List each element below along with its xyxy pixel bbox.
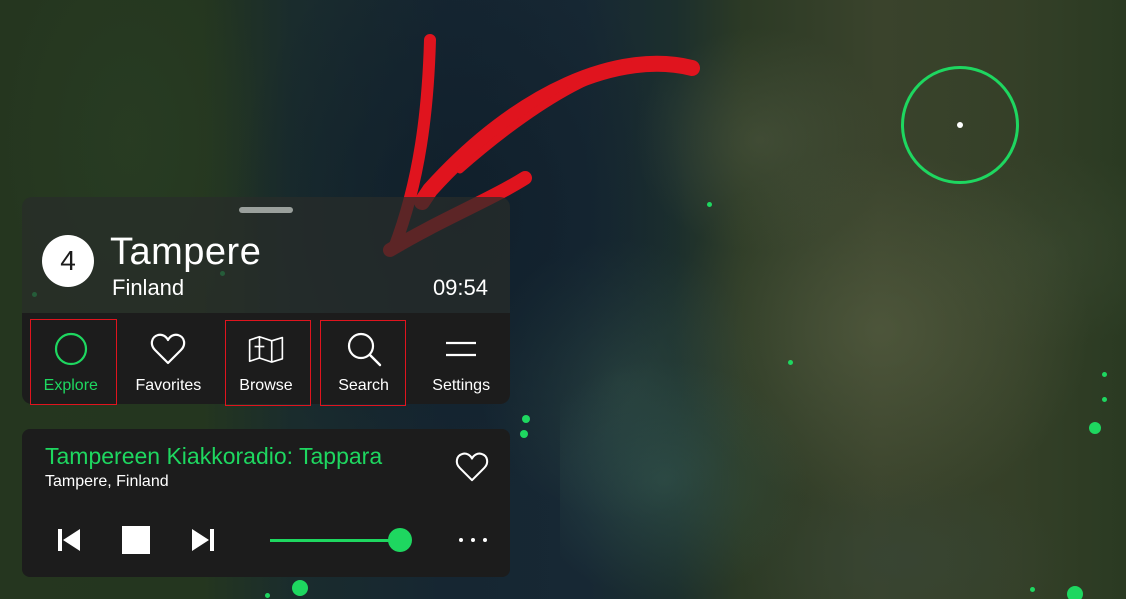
station-dot[interactable] bbox=[1030, 587, 1035, 592]
station-panel: 4 Tampere Finland 09:54 Explore Favorite… bbox=[22, 197, 510, 404]
tab-explore-label: Explore bbox=[43, 377, 98, 394]
menu-icon bbox=[443, 331, 479, 367]
heart-icon bbox=[150, 331, 186, 367]
heart-icon bbox=[455, 452, 489, 482]
track-location: Tampere, Finland bbox=[45, 473, 169, 490]
tab-favorites[interactable]: Favorites bbox=[120, 313, 218, 404]
track-title[interactable]: Tampereen Kiakkoradio: Tappara bbox=[45, 443, 382, 470]
more-dot bbox=[459, 538, 463, 542]
station-dot[interactable] bbox=[265, 593, 270, 598]
station-dot[interactable] bbox=[522, 415, 530, 423]
tab-browse[interactable]: Browse bbox=[217, 313, 315, 404]
station-count: 4 bbox=[60, 245, 76, 276]
search-icon bbox=[346, 331, 382, 367]
stop-button[interactable] bbox=[122, 526, 150, 554]
next-button[interactable] bbox=[190, 527, 216, 553]
tab-settings-label: Settings bbox=[432, 377, 491, 394]
tab-browse-label: Browse bbox=[239, 377, 293, 394]
station-dot[interactable] bbox=[707, 202, 712, 207]
map-coast-region bbox=[560, 350, 820, 599]
station-dot[interactable] bbox=[1067, 586, 1083, 599]
explore-circle-icon bbox=[53, 331, 89, 367]
more-dot bbox=[483, 538, 487, 542]
drag-handle[interactable] bbox=[239, 207, 293, 213]
favorite-button[interactable] bbox=[455, 451, 489, 485]
volume-slider-knob[interactable] bbox=[388, 528, 412, 552]
volume-slider-track[interactable] bbox=[270, 539, 402, 542]
tab-settings[interactable]: Settings bbox=[412, 313, 510, 404]
selected-location-marker[interactable] bbox=[957, 122, 963, 128]
station-dot[interactable] bbox=[292, 580, 308, 596]
place-country: Finland bbox=[112, 275, 185, 300]
tab-search-label: Search bbox=[338, 377, 389, 394]
station-dot[interactable] bbox=[1102, 397, 1107, 402]
station-dot[interactable] bbox=[520, 430, 528, 438]
tab-search[interactable]: Search bbox=[315, 313, 413, 404]
station-dot[interactable] bbox=[1102, 372, 1107, 377]
skip-next-icon bbox=[192, 529, 214, 551]
more-dot bbox=[471, 538, 475, 542]
tab-bar: Explore Favorites Browse Search Settings bbox=[22, 313, 510, 404]
player-panel: Tampereen Kiakkoradio: Tappara Tampere, … bbox=[22, 429, 510, 577]
previous-button[interactable] bbox=[56, 527, 82, 553]
station-dot[interactable] bbox=[788, 360, 793, 365]
skip-previous-icon bbox=[58, 529, 80, 551]
map-icon bbox=[248, 331, 284, 367]
station-count-badge[interactable]: 4 bbox=[42, 235, 94, 287]
more-options-button[interactable] bbox=[459, 530, 487, 550]
place-title[interactable]: Tampere bbox=[110, 231, 261, 274]
local-time: 09:54 bbox=[432, 275, 488, 300]
station-dot[interactable] bbox=[1089, 422, 1101, 434]
tab-favorites-label: Favorites bbox=[135, 377, 202, 394]
tab-explore[interactable]: Explore bbox=[22, 313, 120, 404]
